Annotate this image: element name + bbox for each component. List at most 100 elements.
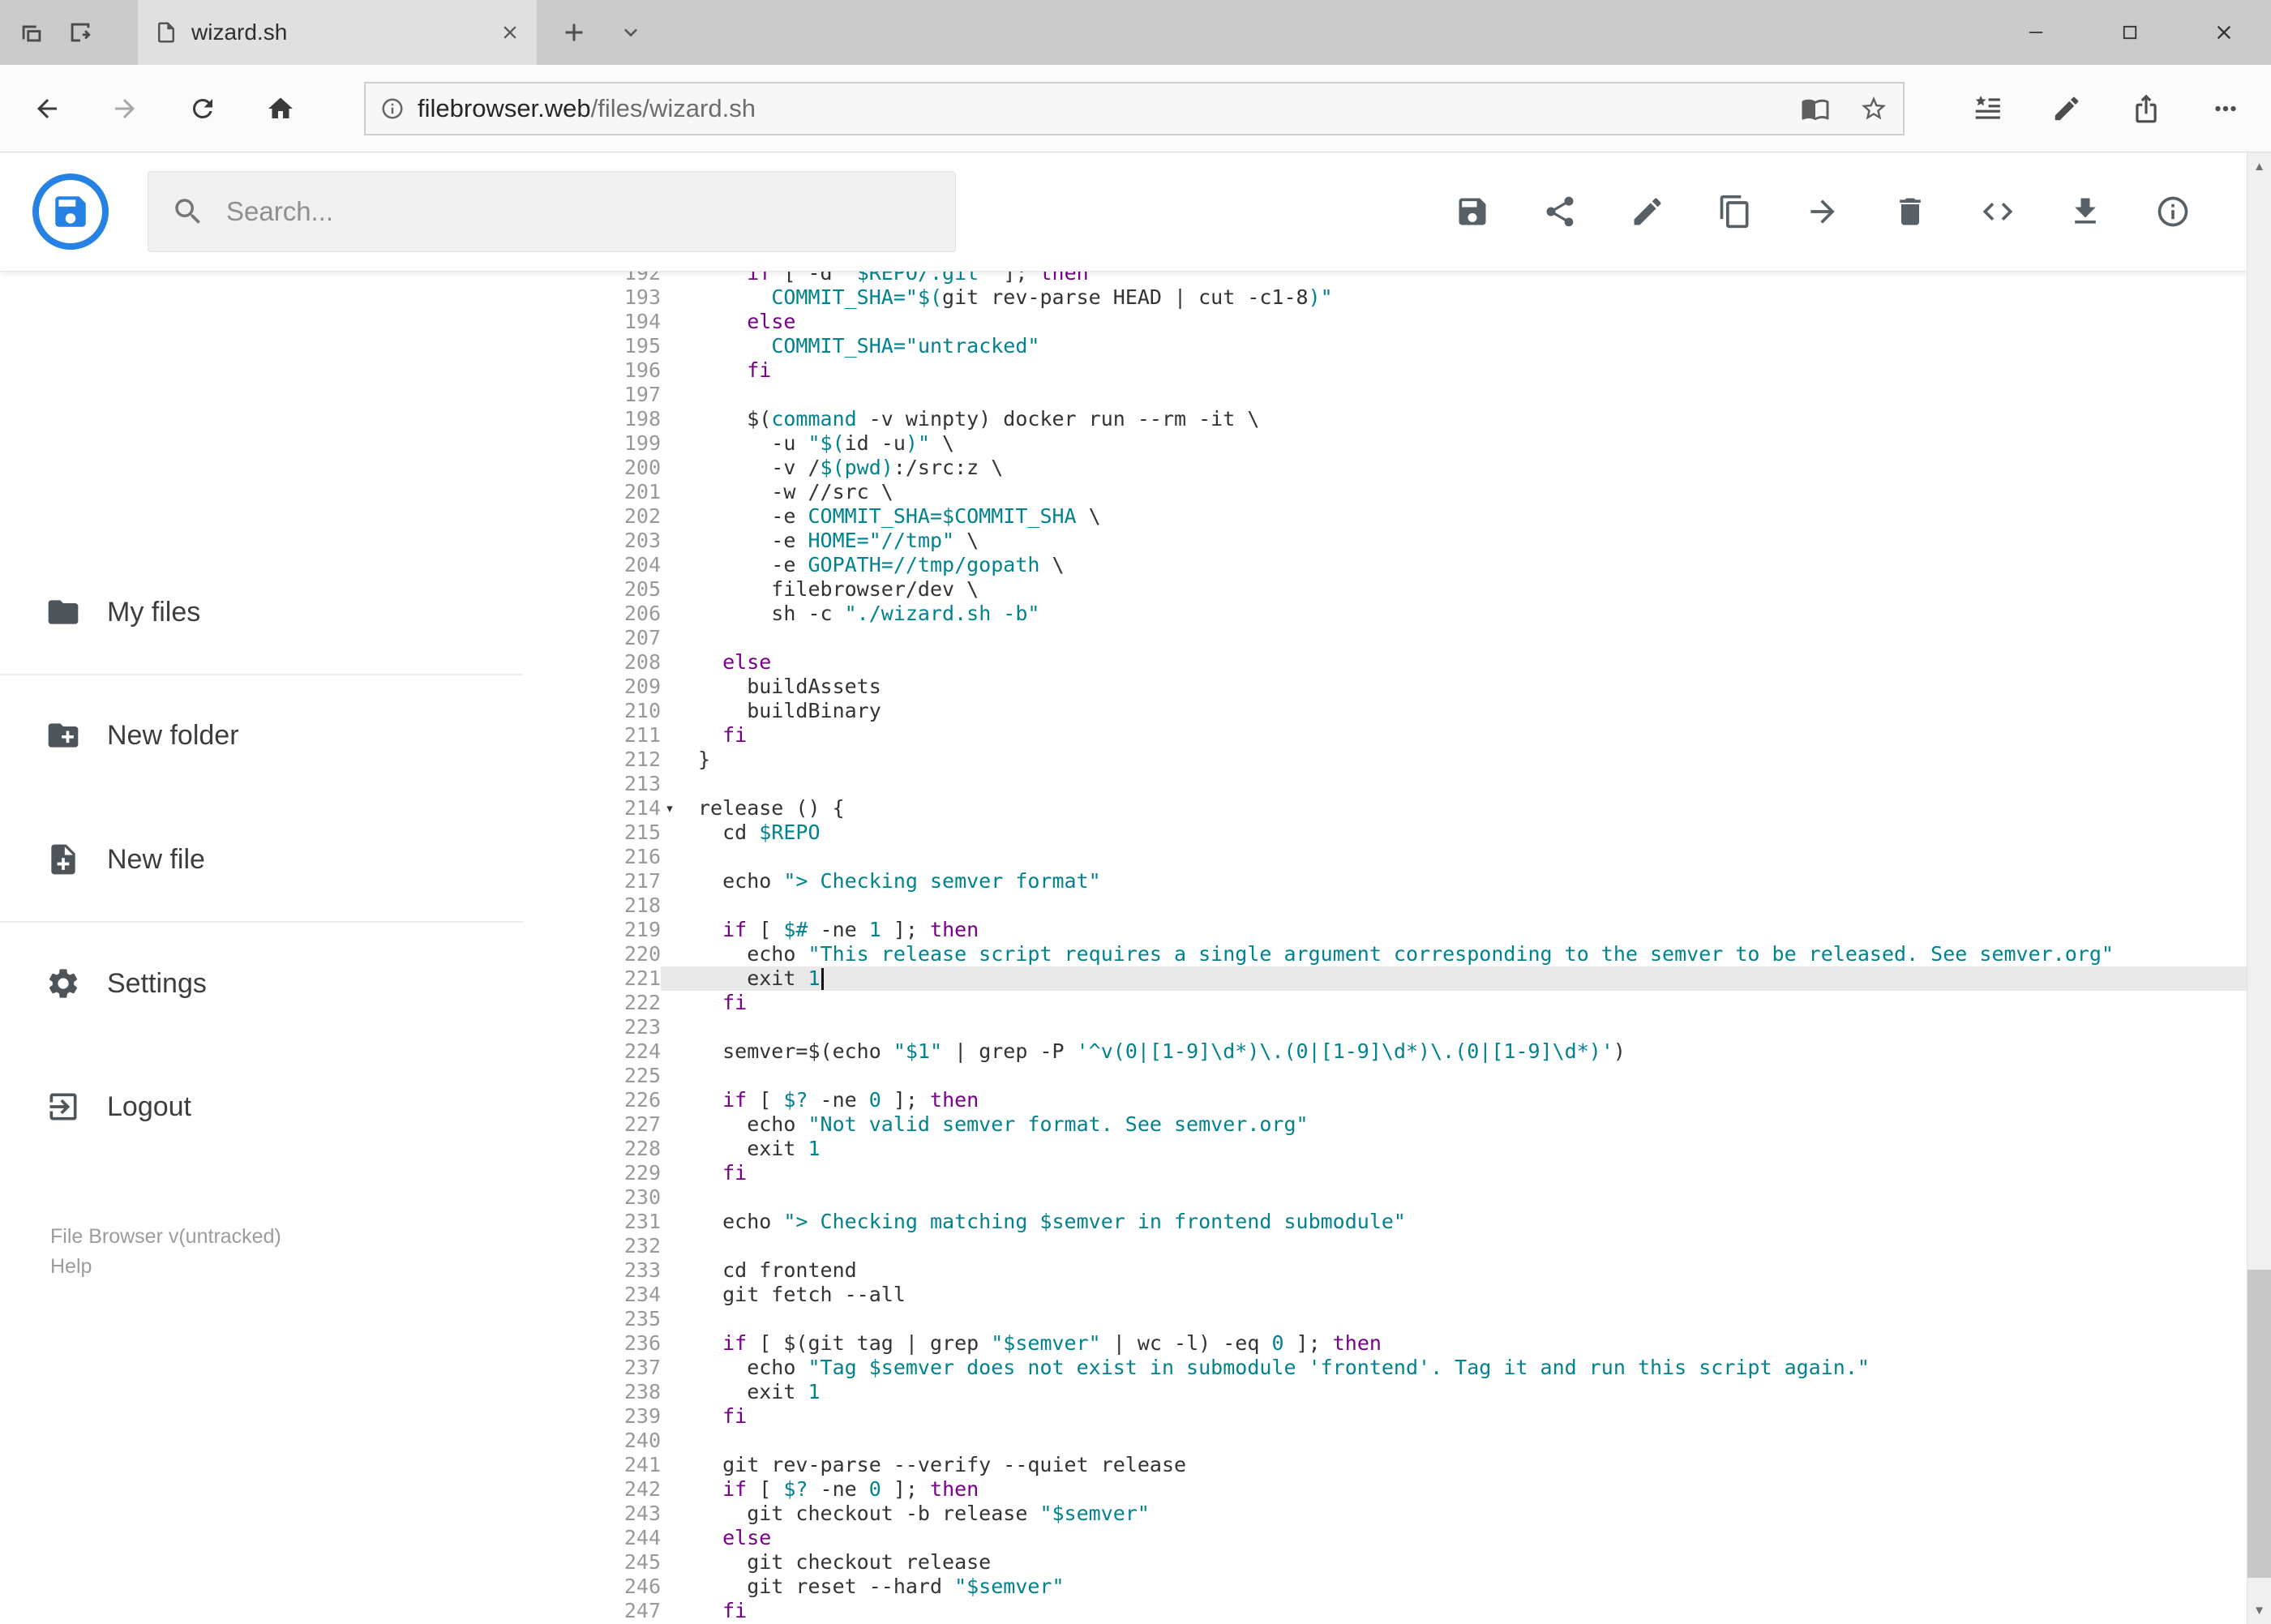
code-text[interactable]: fi: [679, 1599, 2247, 1623]
code-text[interactable]: echo "Tag $semver does not exist in subm…: [679, 1356, 2247, 1380]
code-text[interactable]: [679, 383, 2247, 407]
scrollbar-thumb[interactable]: [2247, 1270, 2271, 1578]
code-text[interactable]: fi: [679, 1161, 2247, 1185]
scroll-down-arrow-icon[interactable]: ▼: [2247, 1596, 2271, 1624]
code-line[interactable]: 196 fi: [523, 358, 2247, 383]
sidebar-item-new-folder[interactable]: New folder: [0, 674, 523, 797]
code-text[interactable]: cd $REPO: [679, 821, 2247, 845]
code-line[interactable]: 194 else: [523, 310, 2247, 334]
code-line[interactable]: 247 fi: [523, 1599, 2247, 1623]
delete-button[interactable]: [1892, 194, 1928, 229]
tab-list-button[interactable]: [618, 19, 644, 45]
code-line[interactable]: 204 -e GOPATH=//tmp/gopath \: [523, 553, 2247, 577]
code-line[interactable]: 218: [523, 893, 2247, 918]
code-text[interactable]: semver=$(echo "$1" | grep -P '^v(0|[1-9]…: [679, 1039, 2247, 1064]
sidebar-item-settings[interactable]: Settings: [0, 922, 523, 1045]
code-line[interactable]: 227 echo "Not valid semver format. See s…: [523, 1112, 2247, 1137]
search-box[interactable]: [148, 171, 956, 252]
code-line[interactable]: 245 git checkout release: [523, 1550, 2247, 1575]
code-text[interactable]: git fetch --all: [679, 1283, 2247, 1307]
code-text[interactable]: [679, 626, 2247, 650]
code-text[interactable]: buildBinary: [679, 699, 2247, 723]
code-line[interactable]: 235: [523, 1307, 2247, 1331]
code-line[interactable]: 192 if [ -d "$REPO/.git" ]; then: [523, 272, 2247, 285]
code-text[interactable]: fi: [679, 358, 2247, 383]
code-line[interactable]: 236 if [ $(git tag | grep "$semver" | wc…: [523, 1331, 2247, 1356]
code-text[interactable]: [679, 893, 2247, 918]
close-tab-icon[interactable]: [499, 22, 521, 43]
tab-preview-button[interactable]: [18, 19, 45, 46]
share-button[interactable]: [1542, 194, 1578, 229]
code-text[interactable]: -w //src \: [679, 480, 2247, 504]
code-line[interactable]: 221 exit 1: [523, 966, 2247, 991]
code-text[interactable]: [679, 1185, 2247, 1210]
code-text[interactable]: [679, 1234, 2247, 1258]
code-text[interactable]: exit 1: [679, 966, 2247, 991]
code-editor-viewport[interactable]: 192 if [ -d "$REPO/.git" ]; then 193 COMM…: [523, 272, 2247, 1624]
code-line[interactable]: 214 ▾ release () {: [523, 796, 2247, 821]
code-line[interactable]: 238 exit 1: [523, 1380, 2247, 1404]
code-line[interactable]: 217 echo "> Checking semver format": [523, 869, 2247, 893]
download-button[interactable]: [2067, 194, 2103, 229]
code-editor[interactable]: 192 if [ -d "$REPO/.git" ]; then 193 COMM…: [523, 272, 2247, 1623]
code-line[interactable]: 210 buildBinary: [523, 699, 2247, 723]
code-line[interactable]: 195 COMMIT_SHA="untracked": [523, 334, 2247, 358]
editor-mode-button[interactable]: [1980, 194, 2016, 229]
new-tab-button[interactable]: [559, 18, 589, 47]
code-text[interactable]: [679, 1064, 2247, 1088]
share-page-button[interactable]: [2130, 92, 2162, 125]
code-text[interactable]: -e HOME="//tmp" \: [679, 529, 2247, 553]
maximize-button[interactable]: [2083, 0, 2177, 65]
minimize-button[interactable]: [1989, 0, 2083, 65]
annotate-button[interactable]: [2050, 92, 2083, 125]
code-line[interactable]: 222 fi: [523, 991, 2247, 1015]
code-text[interactable]: if [ $(git tag | grep "$semver" | wc -l)…: [679, 1331, 2247, 1356]
code-text[interactable]: [679, 1307, 2247, 1331]
save-button[interactable]: [1455, 194, 1490, 229]
help-link[interactable]: Help: [50, 1252, 281, 1282]
code-text[interactable]: git checkout -b release "$semver": [679, 1502, 2247, 1526]
code-line[interactable]: 203 -e HOME="//tmp" \: [523, 529, 2247, 553]
code-line[interactable]: 197: [523, 383, 2247, 407]
code-line[interactable]: 244 else: [523, 1526, 2247, 1550]
hub-favorites-button[interactable]: [1971, 92, 2003, 125]
code-line[interactable]: 240: [523, 1429, 2247, 1453]
refresh-button[interactable]: [164, 65, 242, 152]
code-line[interactable]: 233 cd frontend: [523, 1258, 2247, 1283]
code-text[interactable]: else: [679, 650, 2247, 675]
close-window-button[interactable]: [2177, 0, 2271, 65]
code-line[interactable]: 209 buildAssets: [523, 675, 2247, 699]
code-text[interactable]: COMMIT_SHA="$(git rev-parse HEAD | cut -…: [679, 285, 2247, 310]
code-text[interactable]: }: [679, 748, 2247, 772]
code-text[interactable]: git reset --hard "$semver": [679, 1575, 2247, 1599]
browser-tab[interactable]: wizard.sh: [138, 0, 537, 65]
code-text[interactable]: fi: [679, 723, 2247, 748]
code-text[interactable]: else: [679, 1526, 2247, 1550]
forward-button[interactable]: [86, 65, 164, 152]
info-button[interactable]: [2155, 194, 2191, 229]
code-text[interactable]: -e GOPATH=//tmp/gopath \: [679, 553, 2247, 577]
code-text[interactable]: filebrowser/dev \: [679, 577, 2247, 602]
code-line[interactable]: 198 $(command -v winpty) docker run --rm…: [523, 407, 2247, 431]
set-tabs-aside-button[interactable]: [66, 19, 94, 46]
site-info-icon[interactable]: [380, 96, 405, 121]
page-scrollbar[interactable]: ▲ ▼: [2247, 152, 2271, 1624]
home-button[interactable]: [242, 65, 319, 152]
code-line[interactable]: 234 git fetch --all: [523, 1283, 2247, 1307]
code-line[interactable]: 237 echo "Tag $semver does not exist in …: [523, 1356, 2247, 1380]
code-text[interactable]: echo "Not valid semver format. See semve…: [679, 1112, 2247, 1137]
sidebar-item-my-files[interactable]: My files: [0, 551, 523, 674]
code-line[interactable]: 208 else: [523, 650, 2247, 675]
code-text[interactable]: exit 1: [679, 1137, 2247, 1161]
move-button[interactable]: [1805, 194, 1840, 229]
code-text[interactable]: echo "> Checking semver format": [679, 869, 2247, 893]
code-line[interactable]: 232: [523, 1234, 2247, 1258]
code-line[interactable]: 199 -u "$(id -u)" \: [523, 431, 2247, 456]
code-line[interactable]: 206 sh -c "./wizard.sh -b": [523, 602, 2247, 626]
code-text[interactable]: if [ $# -ne 1 ]; then: [679, 918, 2247, 942]
code-line[interactable]: 226 if [ $? -ne 0 ]; then: [523, 1088, 2247, 1112]
code-text[interactable]: fi: [679, 1404, 2247, 1429]
code-text[interactable]: [679, 772, 2247, 796]
favorite-button[interactable]: [1859, 94, 1888, 123]
code-text[interactable]: git rev-parse --verify --quiet release: [679, 1453, 2247, 1477]
